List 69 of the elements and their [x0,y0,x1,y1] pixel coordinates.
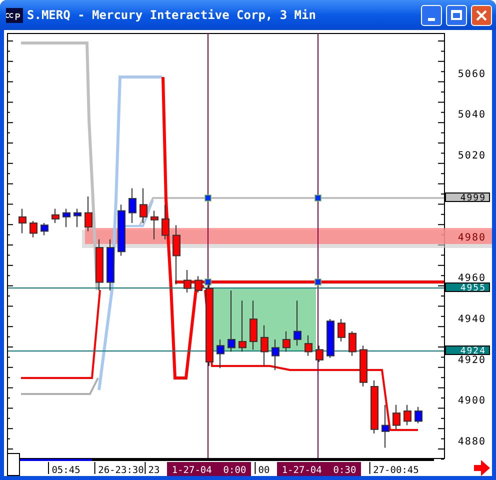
app-icon [6,8,23,22]
candlestick [316,345,324,362]
close-button[interactable] [471,4,492,26]
price-axis-label: 5060 [458,68,486,80]
candlestick [338,318,346,342]
price-axis-label: 4880 [458,436,486,448]
close-icon [476,10,487,20]
candlestick [382,404,390,448]
candlestick [106,238,114,291]
price-axis-label: 4960 [458,273,486,284]
candlestick [52,208,60,224]
candlestick [84,196,92,232]
time-label: 27-00:45 [373,465,419,476]
price-tag: 4955 [445,282,490,294]
candlestick [282,330,290,352]
marker-icon [314,278,322,286]
price-axis-label: 5040 [458,110,486,121]
price-axis-label: 5020 [458,150,486,162]
candlestick [162,204,170,240]
price-tag: 4924 [445,346,490,356]
candlestick [216,339,224,369]
window-title: S.MERQ - Mercury Interactive Corp, 3 Min [27,7,317,24]
x-tick-label: 1-27-04 0:00 [172,465,246,476]
candlestick [30,220,38,238]
scroll-thumb[interactable] [7,453,20,476]
candlestick [62,208,70,228]
candlestick [348,330,356,356]
time-label: 23 [148,465,160,476]
time-label: 26-23:30 [98,465,144,476]
price-axis-label: 4900 [458,396,486,407]
candlestick [18,208,26,234]
time-label: 00 [258,465,270,476]
marker-icon [314,194,322,202]
candlestick [260,324,268,367]
candlestick [326,318,334,358]
candlestick [172,224,180,285]
time-label: 1-27-04 0:30 [277,462,361,476]
marker-icon [204,278,212,286]
price-axis-label: 4920 [458,354,486,366]
arrow-right-icon[interactable] [474,460,490,476]
candlestick [304,334,312,356]
candlestick [414,406,422,424]
candlestick [194,276,202,293]
candlestick [370,380,378,434]
price-tag: 4999 [445,192,490,204]
candlestick [404,404,412,426]
candlestick [140,188,148,224]
candlestick [238,300,246,352]
candlestick [74,208,82,228]
candlestick [150,210,158,240]
marker-icon [204,194,212,202]
candlestick [228,290,236,352]
x-tick-label: 1-27-04 0:30 [282,465,356,476]
maximize-button[interactable] [446,4,467,26]
candlestick [294,300,302,346]
candlestick [40,222,48,236]
candlestick [392,404,400,430]
candlestick [184,270,192,293]
candlestick [272,339,280,371]
candlestick [118,204,126,256]
candlestick [128,188,136,224]
price-axis-label: 4980 [458,232,486,244]
candlestick [360,345,368,387]
candlestick [250,300,258,350]
price-axis-label: 4940 [458,314,486,326]
candlestick [96,238,104,291]
time-label: 05:45 [52,465,80,476]
minimize-button[interactable] [421,4,442,26]
time-label: 1-27-04 0:00 [167,462,251,476]
